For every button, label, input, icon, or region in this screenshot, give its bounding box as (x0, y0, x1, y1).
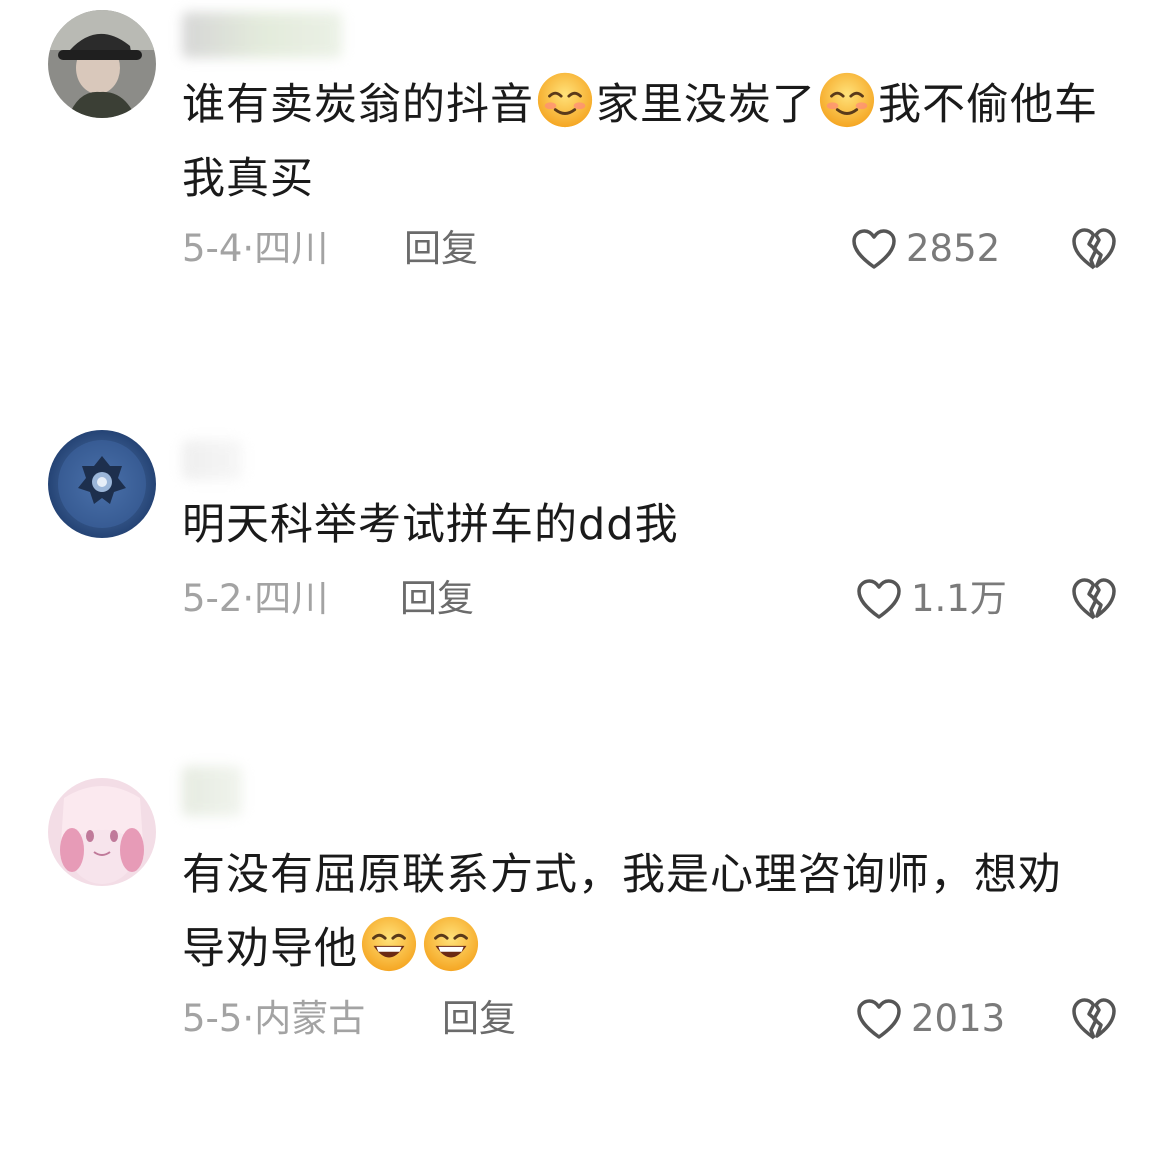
heart-outline-icon (857, 999, 901, 1039)
comment-text: 明天科举考试拼车的dd我 (182, 500, 679, 550)
grinning-squinting-face-emoji (361, 916, 417, 972)
smiling-face-emoji (819, 72, 875, 128)
heart-outline-icon (857, 579, 901, 619)
comment-text-part: 有没有屈原联系方式，我是心理咨询师，想劝导劝导他 (182, 850, 1062, 974)
comment-meta: 5-5·内蒙古 回复 (182, 994, 516, 1044)
comment-date: 5-5· (182, 997, 255, 1040)
reply-button[interactable]: 回复 (400, 574, 474, 624)
avatar[interactable] (48, 778, 156, 886)
comment-text: 有没有屈原联系方式，我是心理咨询师，想劝导劝导他 (182, 838, 1102, 986)
reply-button[interactable]: 回复 (404, 224, 478, 274)
comment-text: 谁有卖炭翁的抖音 家里没炭了 我不偷他车 我真买 (182, 68, 1102, 216)
username[interactable] (182, 12, 342, 58)
avatar[interactable] (48, 430, 156, 538)
broken-heart-icon[interactable] (1070, 576, 1118, 622)
comment-text-part: 家里没炭了 (596, 80, 816, 130)
broken-heart-icon[interactable] (1070, 226, 1118, 272)
like-count: 1.1万 (911, 577, 1007, 620)
comment-location: 四川 (254, 227, 329, 270)
avatar[interactable] (48, 10, 156, 118)
comment-meta: 5-2·四川 回复 (182, 574, 474, 624)
like-count: 2852 (906, 227, 1001, 270)
comment-location: 四川 (254, 577, 329, 620)
comment-meta: 5-4·四川 回复 (182, 224, 478, 274)
username[interactable] (182, 440, 242, 480)
smiling-face-emoji (537, 72, 593, 128)
grinning-squinting-face-emoji (423, 916, 479, 972)
like-count: 2013 (911, 997, 1006, 1040)
reply-button[interactable]: 回复 (442, 994, 516, 1044)
like-button[interactable]: 2852 (850, 224, 1000, 274)
username[interactable] (182, 766, 242, 816)
heart-outline-icon (852, 229, 896, 269)
like-button[interactable]: 1.1万 (855, 574, 1007, 624)
comment-date: 5-2· (182, 577, 255, 620)
comment-text-part: 谁有卖炭翁的抖音 (182, 80, 534, 130)
comment-location: 内蒙古 (254, 997, 366, 1040)
comment-date: 5-4· (182, 227, 255, 270)
broken-heart-icon[interactable] (1070, 996, 1118, 1042)
like-button[interactable]: 2013 (855, 994, 1005, 1044)
